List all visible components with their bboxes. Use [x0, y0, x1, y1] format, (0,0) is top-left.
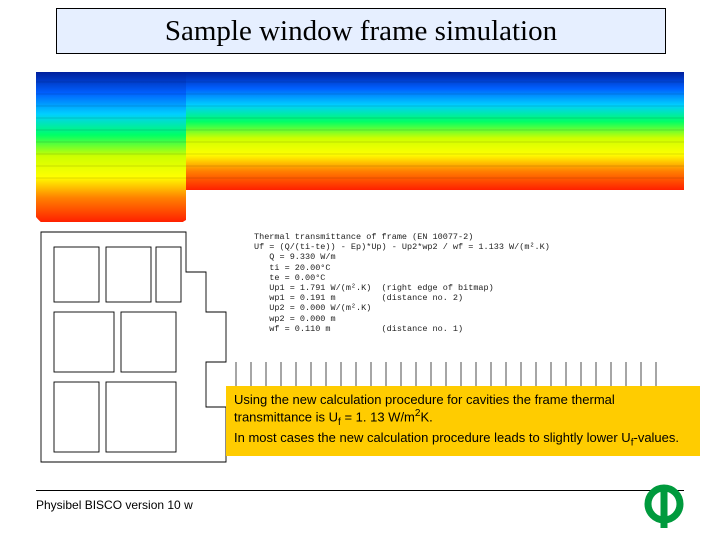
result-callout: Using the new calculation procedure for … — [226, 386, 700, 456]
slide: Sample window frame simulation — [0, 0, 720, 540]
footer-rule — [36, 490, 684, 491]
callout-line1c: K. — [420, 410, 432, 425]
slide-title: Sample window frame simulation — [165, 15, 557, 48]
calculation-output: Thermal transmittance of frame (EN 10077… — [254, 232, 634, 334]
phi-logo-icon — [644, 484, 684, 530]
callout-line2a: In most cases the new calculation proced… — [234, 430, 631, 445]
callout-line1b: = 1. 13 W/m — [341, 410, 415, 425]
callout-line2b: -values. — [633, 430, 679, 445]
slide-title-box: Sample window frame simulation — [56, 8, 666, 54]
footer-text: Physibel BISCO version 10 w — [36, 498, 193, 512]
